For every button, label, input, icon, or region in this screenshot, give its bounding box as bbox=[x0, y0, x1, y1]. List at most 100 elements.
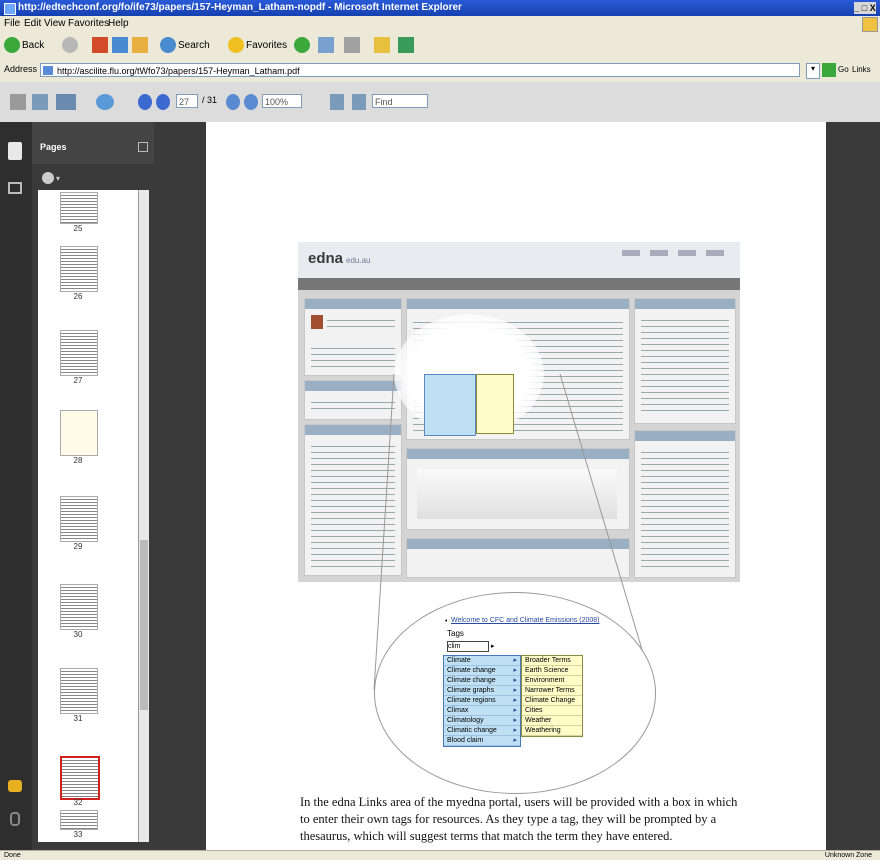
forward-button[interactable] bbox=[62, 37, 80, 55]
print-icon[interactable] bbox=[10, 94, 26, 110]
comments-icon[interactable] bbox=[8, 780, 22, 792]
edit-button[interactable] bbox=[374, 37, 390, 55]
menu-item[interactable]: Blood claim ▸ bbox=[444, 736, 520, 746]
document-paragraph: In the edna Links area of the myedna por… bbox=[300, 795, 738, 843]
menu-item[interactable]: Climate change ▸ bbox=[444, 676, 520, 686]
star-icon bbox=[228, 37, 244, 54]
menu-edit[interactable]: Edit bbox=[24, 18, 41, 29]
refresh-icon bbox=[112, 37, 128, 54]
print-button[interactable] bbox=[344, 37, 360, 55]
options-icon[interactable] bbox=[42, 172, 54, 184]
arrow-right-icon: ▸ bbox=[513, 697, 517, 704]
menu-item[interactable]: Climate graphs ▸ bbox=[444, 686, 520, 696]
favorites-button[interactable]: Favorites bbox=[228, 37, 287, 55]
page-thumbnail[interactable] bbox=[60, 810, 98, 830]
previous-page-icon[interactable] bbox=[138, 94, 152, 110]
go-icon[interactable] bbox=[822, 63, 836, 77]
menu-item[interactable]: Climate change ▸ bbox=[444, 666, 520, 676]
navigation-strip bbox=[0, 122, 32, 850]
zoom-level-field[interactable]: 100% bbox=[262, 94, 302, 108]
page-number-field[interactable]: 27 bbox=[176, 94, 198, 108]
menu-item[interactable]: Climate ▸ bbox=[444, 656, 520, 666]
back-arrow-icon bbox=[4, 37, 20, 54]
address-dropdown-icon[interactable]: ▾ bbox=[806, 63, 820, 79]
panel-close-icon[interactable] bbox=[138, 142, 148, 152]
refresh-button[interactable] bbox=[112, 37, 128, 55]
thumbnail-label: 29 bbox=[73, 542, 83, 551]
submenu-item[interactable]: Narrower Terms bbox=[522, 686, 582, 696]
tag-suggestion-menu: Climate ▸ Climate change ▸ Climate change ▸… bbox=[443, 655, 521, 747]
submenu-item[interactable]: Earth Science bbox=[522, 666, 582, 676]
thumbnail-label: 27 bbox=[73, 376, 83, 385]
page-thumbnail-selected[interactable] bbox=[60, 756, 100, 800]
back-button[interactable]: Back bbox=[4, 37, 44, 55]
thumbnails-scrollbar[interactable] bbox=[138, 190, 149, 842]
thumbnail-label: 33 bbox=[73, 830, 83, 839]
page-thumbnail[interactable] bbox=[60, 330, 98, 376]
page-thumbnail[interactable] bbox=[60, 246, 98, 292]
links-button[interactable]: Links bbox=[852, 65, 871, 74]
fit-page-icon[interactable] bbox=[330, 94, 344, 110]
zoom-in-icon[interactable] bbox=[244, 94, 258, 110]
submenu-item[interactable]: Broader Terms bbox=[522, 656, 582, 666]
window-controls[interactable]: _ □ X bbox=[854, 2, 876, 14]
page-thumbnail[interactable] bbox=[60, 584, 98, 630]
go-button[interactable]: Go bbox=[838, 65, 849, 74]
fit-width-icon[interactable] bbox=[352, 94, 366, 110]
arrow-right-icon: ▸ bbox=[513, 707, 517, 714]
attach-paperclip-icon[interactable] bbox=[10, 812, 20, 826]
submenu-item[interactable]: Environment bbox=[522, 676, 582, 686]
menu-item[interactable]: Climate regions ▸ bbox=[444, 696, 520, 706]
home-button[interactable] bbox=[132, 37, 148, 55]
reader-toolbar: 27 / 31 100% Find bbox=[0, 82, 880, 123]
arrow-right-icon: ▸ bbox=[513, 687, 517, 694]
menu-item[interactable]: Climax ▸ bbox=[444, 706, 520, 716]
submenu-item[interactable]: Cities bbox=[522, 706, 582, 716]
page-thumbnail[interactable] bbox=[60, 668, 98, 714]
save-icon[interactable] bbox=[32, 94, 48, 110]
mail-icon bbox=[318, 37, 334, 54]
menu-favorites[interactable]: Favorites bbox=[68, 18, 109, 29]
submenu-item[interactable]: Weathering bbox=[522, 726, 582, 736]
menu-item[interactable]: Climatology ▸ bbox=[444, 716, 520, 726]
zoom-out-icon[interactable] bbox=[226, 94, 240, 110]
arrow-right-icon: ▸ bbox=[513, 717, 517, 724]
page-thumbnails: 25 26 27 28 29 30 31 32 33 bbox=[38, 190, 138, 842]
address-label: Address bbox=[4, 64, 38, 74]
resource-link[interactable]: Welcome to CFC and Climate Emissions (20… bbox=[451, 617, 599, 624]
find-field[interactable]: Find bbox=[372, 94, 428, 108]
next-page-icon[interactable] bbox=[156, 94, 170, 110]
page-thumbnail[interactable] bbox=[60, 192, 98, 224]
page-thumbnail[interactable] bbox=[60, 410, 98, 456]
tag-input[interactable]: clim bbox=[447, 641, 489, 652]
pages-icon[interactable] bbox=[8, 142, 22, 160]
thesaurus-submenu: Broader Terms Earth Science Environment … bbox=[521, 655, 583, 737]
attachments-icon[interactable] bbox=[8, 182, 22, 194]
scrollbar-thumb[interactable] bbox=[140, 540, 148, 710]
address-bar: Address http://ascilite.flu.org/tWfo73/p… bbox=[0, 60, 880, 83]
menu-help[interactable]: Help bbox=[108, 18, 129, 29]
print-icon bbox=[344, 37, 360, 54]
windows-logo-icon bbox=[862, 17, 878, 32]
pan-icon[interactable] bbox=[96, 94, 114, 110]
search-button[interactable]: Search bbox=[160, 37, 210, 55]
submenu-item[interactable]: Climate Change bbox=[522, 696, 582, 706]
menu-bar: File Edit View Favorites Help bbox=[0, 16, 880, 33]
page-thumbnail[interactable] bbox=[60, 496, 98, 542]
history-button[interactable] bbox=[294, 37, 312, 55]
right-dark-margin bbox=[826, 122, 880, 850]
thumbnail-label: 31 bbox=[73, 714, 83, 723]
pages-panel-title: Pages bbox=[40, 142, 67, 152]
address-input[interactable]: http://ascilite.flu.org/tWfo73/papers/15… bbox=[40, 63, 800, 77]
mail-button[interactable] bbox=[318, 37, 334, 55]
email-icon[interactable] bbox=[56, 94, 76, 110]
chevron-down-icon[interactable]: ▾ bbox=[56, 174, 60, 183]
go-small-icon[interactable]: ▸ bbox=[491, 642, 495, 650]
menu-view[interactable]: View bbox=[44, 18, 66, 29]
messenger-button[interactable] bbox=[398, 37, 414, 55]
menu-item[interactable]: Climatic change ▸ bbox=[444, 726, 520, 736]
arrow-right-icon: ▸ bbox=[513, 657, 517, 664]
menu-file[interactable]: File bbox=[4, 18, 20, 29]
submenu-item[interactable]: Weather bbox=[522, 716, 582, 726]
stop-button[interactable] bbox=[92, 37, 108, 55]
